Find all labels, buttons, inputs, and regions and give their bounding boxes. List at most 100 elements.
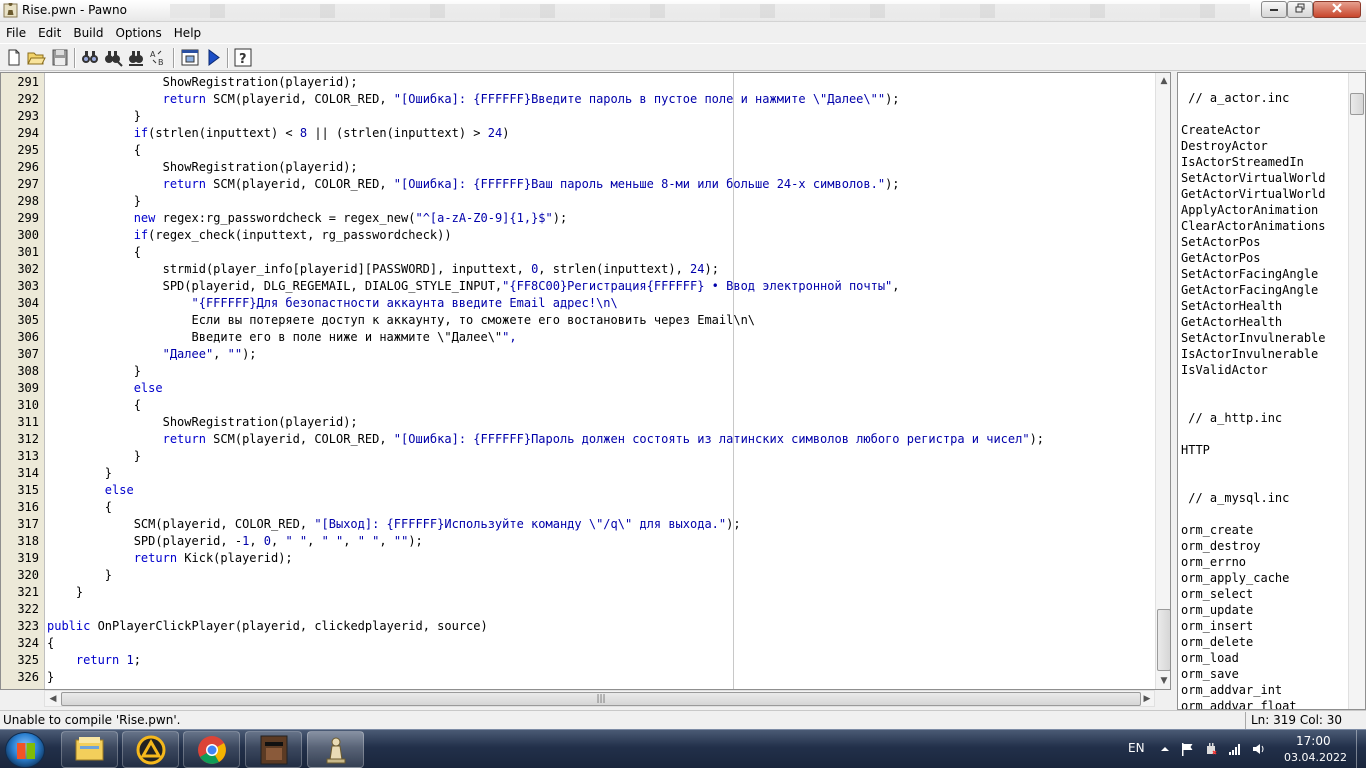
show-hidden-icons-icon[interactable] [1158,742,1172,756]
function-list-item[interactable]: ClearActorAnimations [1181,218,1326,234]
function-list-item[interactable]: GetActorHealth [1181,314,1282,330]
taskbar-pawno[interactable] [307,731,364,768]
function-list-item[interactable]: SetActorInvulnerable [1181,330,1326,346]
menu-options[interactable]: Options [109,23,167,43]
code-line[interactable]: { [47,499,112,516]
function-list-item[interactable]: orm_destroy [1181,538,1260,554]
function-list-item[interactable]: ApplyActorAnimation [1181,202,1318,218]
vertical-scroll-thumb[interactable] [1157,609,1170,671]
code-line[interactable]: } [47,193,141,210]
function-list-scroll-thumb[interactable] [1350,93,1364,115]
function-list-item[interactable]: orm_addvar_int [1181,682,1282,698]
new-file-button[interactable] [4,47,24,68]
code-line[interactable]: public OnPlayerClickPlayer(playerid, cli… [47,618,488,635]
code-line[interactable]: Введите его в поле ниже и нажмите \"Дале… [47,329,516,346]
function-list-item[interactable]: orm_select [1181,586,1253,602]
menu-edit[interactable]: Edit [32,23,67,43]
code-line[interactable]: return SCM(playerid, COLOR_RED, "[Ошибка… [47,431,1044,448]
code-line[interactable]: new regex:rg_passwordcheck = regex_new("… [47,210,568,227]
function-list-item[interactable]: orm_addvar_float [1181,698,1297,709]
function-list-panel[interactable]: // a_actor.inc CreateActor DestroyActor IsA… [1177,72,1366,710]
function-list-item[interactable]: SetActorHealth [1181,298,1282,314]
scroll-right-icon[interactable]: ▶ [1139,691,1155,707]
code-line[interactable]: return SCM(playerid, COLOR_RED, "[Ошибка… [47,91,900,108]
taskbar-archicad[interactable] [122,731,179,768]
function-list-item[interactable]: GetActorPos [1181,250,1260,266]
replace-button[interactable] [126,47,146,68]
horizontal-scroll-thumb[interactable]: ||| [61,692,1141,706]
code-line[interactable]: ShowRegistration(playerid); [47,74,358,91]
menu-file[interactable]: File [0,23,32,43]
code-line[interactable]: if(regex_check(inputtext, rg_passwordche… [47,227,452,244]
open-file-button[interactable] [26,47,46,68]
code-line[interactable]: } [47,363,141,380]
start-button[interactable] [5,732,45,768]
function-list-item[interactable]: orm_errno [1181,554,1246,570]
function-list-item[interactable]: CreateActor [1181,122,1260,138]
function-list-item[interactable]: GetActorFacingAngle [1181,282,1318,298]
code-line[interactable]: "Далее", ""); [47,346,257,363]
code-line[interactable]: } [47,567,112,584]
code-line[interactable]: SPD(playerid, DLG_REGEMAIL, DIALOG_STYLE… [47,278,900,295]
code-line[interactable]: { [47,244,141,261]
editor-horizontal-scrollbar[interactable]: ◀ ||| ▶ [44,690,1155,707]
show-desktop-button[interactable] [1356,730,1366,768]
code-area[interactable]: ShowRegistration(playerid); return SCM(p… [47,73,1155,689]
editor-vertical-scrollbar[interactable]: ▲ ▼ [1155,73,1170,689]
function-list-item[interactable]: orm_delete [1181,634,1253,650]
taskbar-explorer[interactable] [61,731,118,768]
find-button[interactable] [80,47,100,68]
clock-date[interactable]: 03.04.2022 [1284,751,1347,764]
code-line[interactable]: ShowRegistration(playerid); [47,159,358,176]
function-list-item[interactable]: IsActorInvulnerable [1181,346,1318,362]
function-list-item[interactable]: orm_apply_cache [1181,570,1289,586]
restore-button[interactable] [1287,1,1313,18]
volume-icon[interactable] [1252,742,1266,756]
function-list-item[interactable]: SetActorFacingAngle [1181,266,1318,282]
compile-button[interactable] [180,47,200,68]
function-list-item[interactable]: DestroyActor [1181,138,1268,154]
save-button[interactable] [50,47,70,68]
menu-build[interactable]: Build [67,23,109,43]
menu-help[interactable]: Help [168,23,207,43]
code-line[interactable]: strmid(player_info[playerid][PASSWORD], … [47,261,719,278]
network-signal-icon[interactable] [1228,742,1242,756]
close-button[interactable] [1313,1,1361,18]
function-list-scrollbar[interactable] [1348,73,1365,709]
minimize-button[interactable] [1261,1,1287,18]
code-line[interactable]: return SCM(playerid, COLOR_RED, "[Ошибка… [47,176,900,193]
code-line[interactable]: } [47,584,83,601]
code-line[interactable]: { [47,142,141,159]
function-list-item[interactable]: orm_insert [1181,618,1253,634]
scroll-down-icon[interactable]: ▼ [1156,673,1170,689]
scroll-up-icon[interactable]: ▲ [1156,73,1170,89]
goto-line-button[interactable]: AB [149,47,169,68]
code-line[interactable]: else [47,380,163,397]
taskbar-chrome[interactable] [183,731,240,768]
code-line[interactable]: SPD(playerid, -1, 0, " ", " ", " ", ""); [47,533,423,550]
code-line[interactable]: } [47,448,141,465]
code-editor[interactable]: 291 292 293 294 295 296 297 298 299 300 301 302 303 3… [0,72,1171,690]
code-line[interactable]: if(strlen(inputtext) < 8 || (strlen(inpu… [47,125,510,142]
code-line[interactable]: return 1; [47,652,141,669]
function-list-item[interactable]: orm_update [1181,602,1253,618]
code-line[interactable]: ShowRegistration(playerid); [47,414,358,431]
find-next-button[interactable] [103,47,123,68]
code-line[interactable]: SCM(playerid, COLOR_RED, "[Выход]: {FFFF… [47,516,741,533]
taskbar-gta-sa[interactable] [245,731,302,768]
function-list-item[interactable]: IsValidActor [1181,362,1268,378]
code-line[interactable]: else [47,482,134,499]
function-list-item[interactable]: orm_load [1181,650,1239,666]
function-list-item[interactable]: SetActorPos [1181,234,1260,250]
language-indicator[interactable]: EN [1128,741,1145,755]
code-line[interactable]: "{FFFFFF}Для безопастности аккаунта введ… [47,295,618,312]
function-list-item[interactable]: GetActorVirtualWorld [1181,186,1326,202]
function-list-item[interactable]: SetActorVirtualWorld [1181,170,1326,186]
run-button[interactable] [203,47,223,68]
action-center-flag-icon[interactable] [1180,742,1194,756]
power-plug-icon[interactable] [1204,742,1218,756]
code-line[interactable]: } [47,465,112,482]
code-line[interactable]: } [47,669,54,686]
code-line[interactable]: return Kick(playerid); [47,550,293,567]
help-button[interactable]: ? [233,47,253,68]
